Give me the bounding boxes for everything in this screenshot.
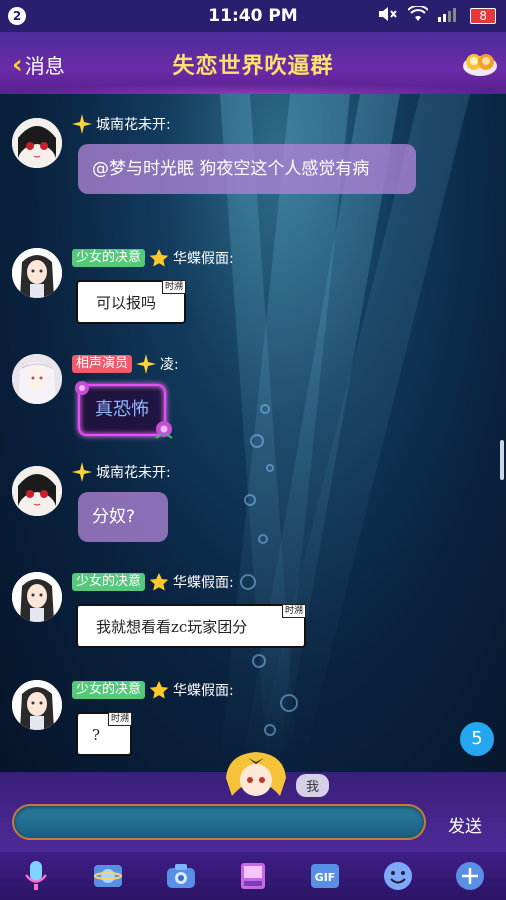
message-bubble[interactable]: 分奴? <box>78 492 168 542</box>
message-text: 我就想看看zc玩家团分 <box>96 618 248 636</box>
message-bubble[interactable]: @梦与时光眠 狗夜空这个人感觉有病 <box>78 144 416 194</box>
bubbles-decoration <box>230 394 310 754</box>
sparkle-icon <box>72 462 92 482</box>
avatar[interactable] <box>12 466 62 516</box>
sender-name: 华蝶假面: <box>173 251 234 267</box>
gif-icon[interactable]: GIF <box>309 860 341 892</box>
bubble-tag: 时溯 <box>161 280 186 294</box>
star-icon <box>149 681 169 699</box>
bubble-tag: 时溯 <box>107 712 132 726</box>
sparkle-icon <box>136 354 157 374</box>
mute-icon <box>378 6 398 26</box>
avatar[interactable] <box>12 118 62 168</box>
sender-name: 凌: <box>160 357 179 373</box>
battery-indicator: 8 <box>470 8 496 24</box>
camera-icon[interactable] <box>165 860 197 892</box>
message-text: 真恐怖 <box>95 399 149 420</box>
avatar[interactable] <box>12 354 62 404</box>
message-text: 可以报吗 <box>96 294 157 312</box>
wifi-icon <box>407 4 430 26</box>
image-icon[interactable] <box>92 860 124 892</box>
emoji-icon[interactable] <box>382 860 414 892</box>
page-title: 失恋世界吹逼群 <box>172 54 334 79</box>
message-bubble[interactable]: 我就想看看zc玩家团分 时溯 <box>76 604 306 648</box>
message-input[interactable] <box>12 804 426 840</box>
sticker-icon[interactable] <box>237 860 269 892</box>
sender-name: 城南花未开: <box>96 465 171 481</box>
message-composer: 我 发送 <box>0 752 506 852</box>
bubble-tag: 时溯 <box>281 604 306 618</box>
message-text: ? <box>92 726 101 744</box>
rank-badge: 少女的决意 <box>72 573 146 591</box>
avatar[interactable] <box>12 680 62 730</box>
send-button[interactable]: 发送 <box>448 812 482 837</box>
microphone-icon[interactable] <box>20 860 52 892</box>
star-icon <box>149 249 169 267</box>
rose-icon <box>155 421 173 439</box>
rank-badge: 少女的决意 <box>72 249 146 267</box>
scrollbar[interactable] <box>500 440 504 480</box>
rank-badge: 少女的决意 <box>72 681 146 699</box>
rank-badge: 相声演员 <box>72 355 133 373</box>
input-toolbar: GIF <box>0 852 506 900</box>
title-bar: ‹ 消息 失恋世界吹逼群 <box>0 32 506 94</box>
star-icon <box>149 573 169 591</box>
sender-name: 华蝶假面: <box>173 575 234 591</box>
plus-icon[interactable] <box>454 860 486 892</box>
me-label: 我 <box>296 774 330 797</box>
message-bubble[interactable]: ? 时溯 <box>76 712 132 756</box>
rose-icon <box>75 381 89 395</box>
unread-count-badge[interactable]: 5 <box>460 722 494 756</box>
sender-name: 华蝶假面: <box>173 683 234 699</box>
avatar[interactable] <box>12 248 62 298</box>
chat-message-list[interactable]: 城南花未开: @梦与时光眠 狗夜空这个人感觉有病 少女的决意 华蝶假面: 可以报… <box>0 94 506 772</box>
avatar[interactable] <box>12 572 62 622</box>
my-avatar[interactable] <box>222 748 290 800</box>
sender-name: 城南花未开: <box>96 117 171 133</box>
message-bubble[interactable]: 可以报吗 时溯 <box>76 280 186 324</box>
group-members-icon[interactable] <box>462 46 498 78</box>
status-bar: 2 11:40 PM 8 <box>0 0 506 32</box>
gif-label: GIF <box>315 871 336 884</box>
sparkle-icon <box>72 114 92 134</box>
signal-icon <box>438 6 460 26</box>
